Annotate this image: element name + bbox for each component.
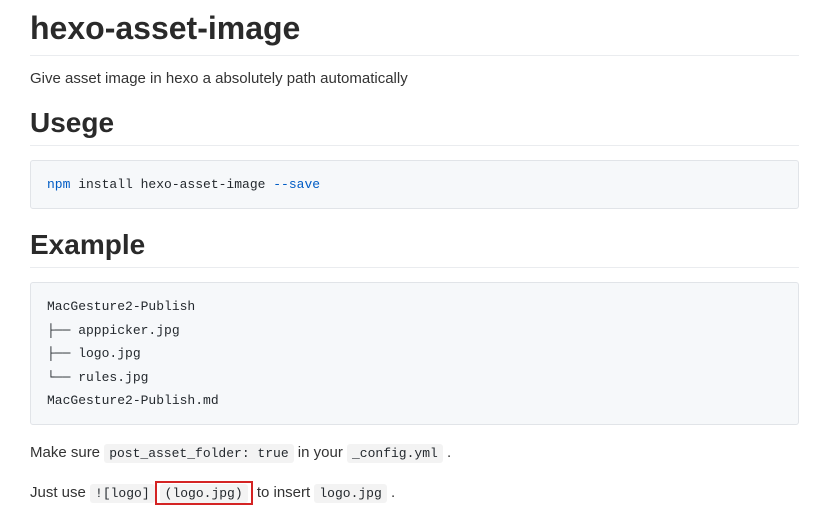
logo-jpg-paren-code: (logo.jpg) [160, 484, 248, 503]
just-use-mid: to insert [253, 484, 315, 501]
post-asset-folder-code: post_asset_folder: true [104, 444, 293, 463]
make-sure-pre: Make sure [30, 444, 104, 461]
just-use-post: . [387, 484, 395, 501]
config-yml-code: _config.yml [347, 444, 443, 463]
install-args: install hexo-asset-image [70, 177, 273, 192]
install-code-block: npm install hexo-asset-image --save [30, 160, 799, 209]
npm-command: npm [47, 177, 70, 192]
example-heading: Example [30, 229, 799, 268]
markdown-logo-code: ![logo] [90, 484, 155, 503]
logo-jpg-code: logo.jpg [314, 484, 386, 503]
make-sure-text: Make sure post_asset_folder: true in you… [30, 441, 799, 465]
save-flag: --save [273, 177, 320, 192]
usage-heading: Usege [30, 107, 799, 146]
make-sure-mid: in your [294, 444, 347, 461]
just-use-text: Just use ![logo] (logo.jpg) to insert log… [30, 481, 799, 505]
make-sure-post: . [443, 444, 451, 461]
page-title: hexo-asset-image [30, 10, 799, 56]
highlight-box: (logo.jpg) [155, 481, 253, 505]
just-use-pre: Just use [30, 484, 90, 501]
tree-code-block: MacGesture2-Publish ├── apppicker.jpg ├─… [30, 282, 799, 425]
description-text: Give asset image in hexo a absolutely pa… [30, 70, 799, 87]
